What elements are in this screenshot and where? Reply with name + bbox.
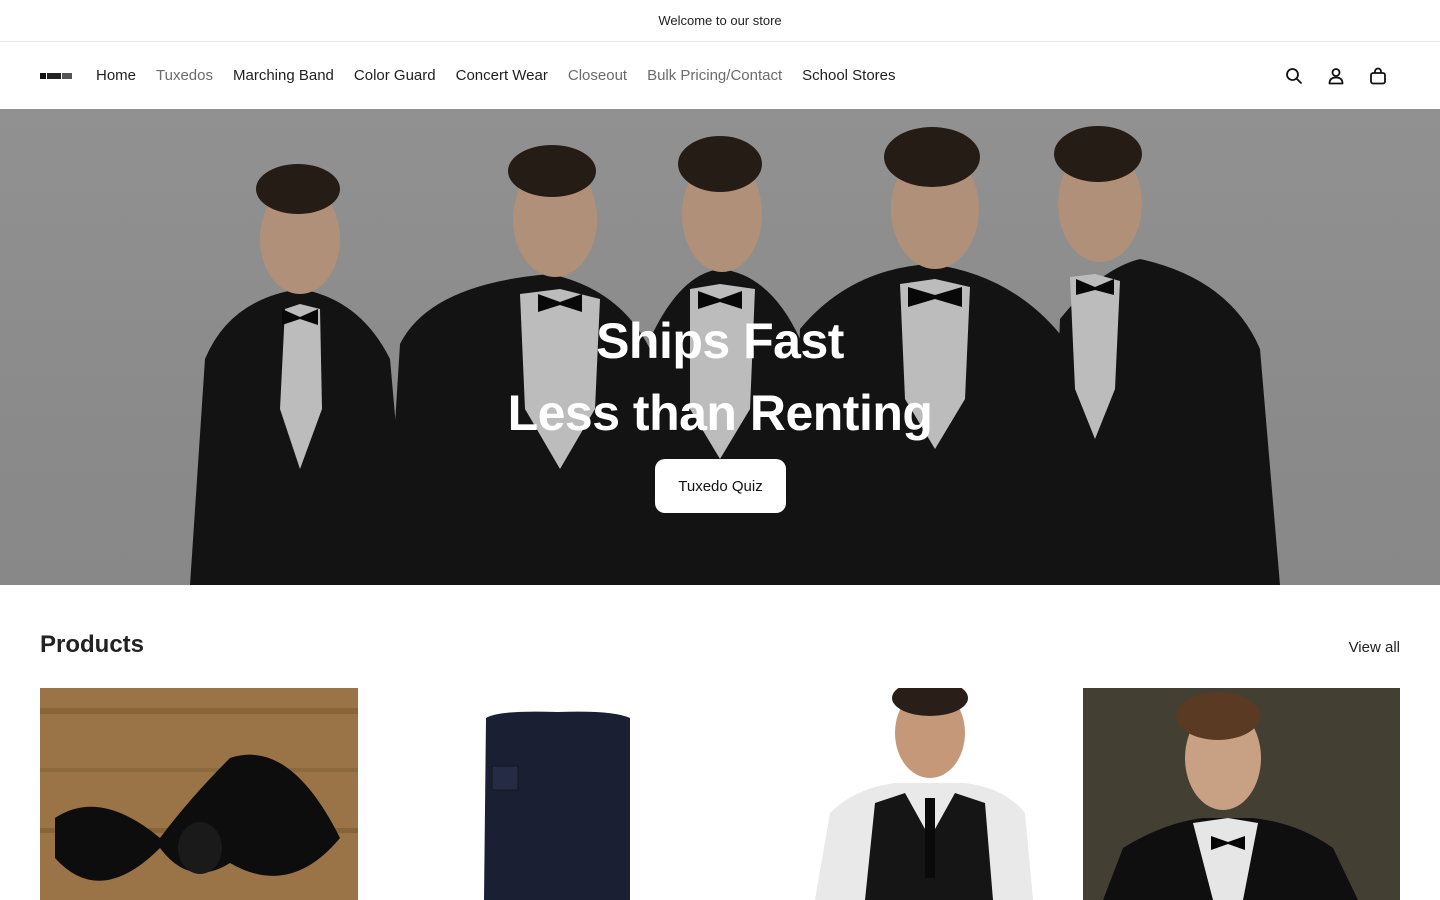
tuxedo-quiz-button[interactable]: Tuxedo Quiz: [655, 459, 786, 513]
product-card-bow-tie[interactable]: [40, 688, 358, 900]
nav-item-closeout[interactable]: Closeout: [568, 67, 627, 84]
main-nav: Home Tuxedos Marching Band Color Guard C…: [96, 67, 896, 84]
product-grid: [0, 688, 1440, 900]
view-all-link[interactable]: View all: [1349, 639, 1400, 656]
products-title: Products: [40, 631, 145, 658]
hero-banner: Ships Fast Less than Renting Tuxedo Quiz: [0, 109, 1440, 585]
products-header: Products View all: [0, 585, 1440, 688]
product-card-vest[interactable]: [735, 688, 1053, 900]
nav-item-school-stores[interactable]: School Stores: [802, 67, 895, 84]
hero-line-1: Ships Fast: [596, 313, 844, 369]
product-card-tuxedo[interactable]: [1082, 688, 1400, 900]
cart-icon[interactable]: [1368, 66, 1388, 86]
products-section: Products View all: [0, 585, 1440, 900]
nav-item-concert-wear[interactable]: Concert Wear: [456, 67, 548, 84]
nav-item-color-guard[interactable]: Color Guard: [354, 67, 436, 84]
nav-item-tuxedos[interactable]: Tuxedos: [156, 67, 213, 84]
product-image: [387, 688, 705, 900]
product-image: [40, 688, 358, 900]
nav-item-marching-band[interactable]: Marching Band: [233, 67, 334, 84]
announcement-text: Welcome to our store: [658, 13, 782, 28]
announcement-bar: Welcome to our store: [0, 0, 1440, 42]
hero-line-2: Less than Renting: [507, 385, 933, 441]
header-icons: [1284, 42, 1388, 109]
nav-item-home[interactable]: Home: [96, 67, 136, 84]
nav-item-bulk-pricing[interactable]: Bulk Pricing/Contact: [647, 67, 782, 84]
hero-headline: Ships Fast Less than Renting: [0, 305, 1440, 449]
product-image: [735, 688, 1053, 900]
search-icon[interactable]: [1284, 66, 1304, 86]
store-logo[interactable]: [40, 71, 74, 81]
account-icon[interactable]: [1326, 66, 1346, 86]
product-image: [1082, 688, 1400, 900]
product-card-garment-bag[interactable]: [387, 688, 705, 900]
site-header: Home Tuxedos Marching Band Color Guard C…: [0, 42, 1440, 109]
